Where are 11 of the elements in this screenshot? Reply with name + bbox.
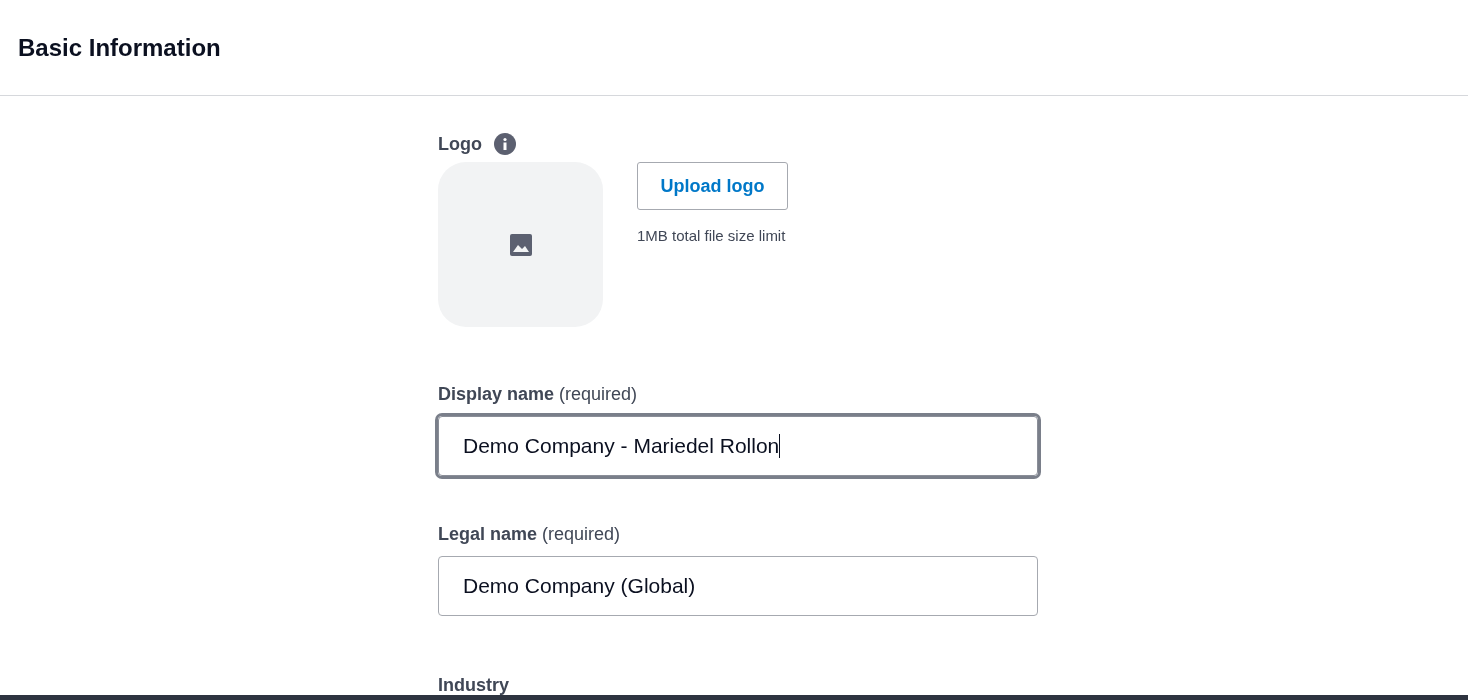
upload-logo-button[interactable]: Upload logo — [637, 162, 788, 210]
text-field[interactable]: Demo Company (Global) — [438, 556, 1038, 616]
text-field[interactable]: Demo Company - Mariedel Rollon — [438, 416, 1038, 476]
field-label: Legal name (required) — [438, 523, 622, 546]
info-icon[interactable] — [494, 133, 516, 155]
page-title: Basic Information — [18, 32, 221, 63]
file-size-hint: 1MB total file size limit — [637, 226, 787, 246]
industry-label: Industry — [438, 674, 510, 697]
image-icon — [509, 233, 532, 256]
logo-label: Logo — [438, 132, 482, 156]
field-label: Display name (required) — [438, 383, 639, 406]
